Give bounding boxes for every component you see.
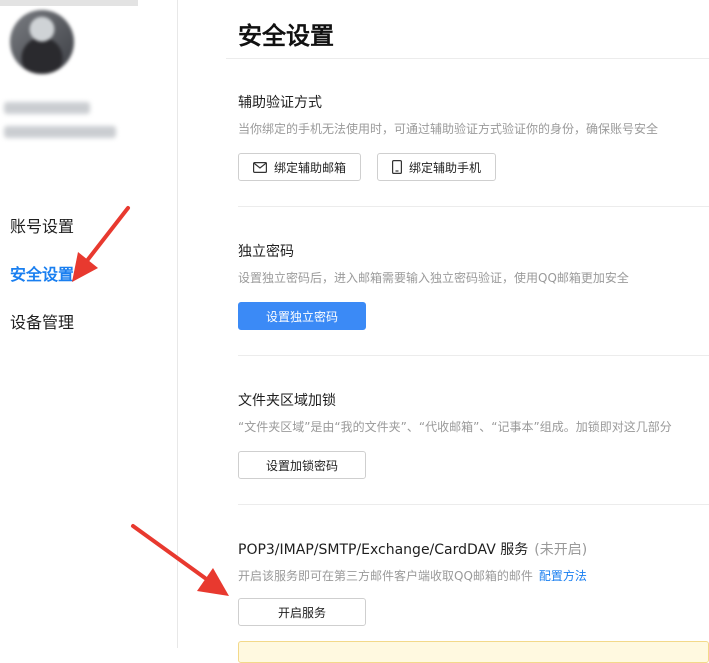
section-divider [238,355,709,356]
mail-icon [253,161,267,173]
set-lock-password-button[interactable]: 设置加锁密码 [238,451,366,479]
blurred-email [4,126,116,138]
bind-backup-phone-button[interactable]: 绑定辅助手机 [377,153,497,181]
section-description: 设置独立密码后，进入邮箱需要输入独立密码验证，使用QQ邮箱更加安全 [238,271,629,285]
section-auxiliary-verification: 辅助验证方式 当你绑定的手机无法使用时，可通过辅助验证方式验证你的身份，确保账号… [238,92,709,181]
bind-backup-email-button[interactable]: 绑定辅助邮箱 [238,153,362,181]
enable-service-button[interactable]: 开启服务 [238,598,366,626]
blurred-username [4,102,90,114]
service-status: (未开启) [534,542,588,558]
button-label: 绑定辅助手机 [409,160,482,175]
section-description: “文件夹区域”是由“我的文件夹”、“代收邮箱”、“记事本”组成。加锁即对这几部分 [238,420,672,434]
notice-banner [238,641,709,663]
red-arrow-annotation-icon [131,524,229,596]
section-description: 当你绑定的手机无法使用时，可通过辅助验证方式验证你的身份，确保账号安全 [238,122,659,136]
phone-icon [392,160,403,174]
red-arrow-annotation-icon [72,206,130,282]
section-independent-password: 独立密码 设置独立密码后，进入邮箱需要输入独立密码验证，使用QQ邮箱更加安全 设… [238,241,709,330]
section-divider [238,206,709,207]
section-description: 开启该服务即可在第三方邮件客户端收取QQ邮箱的邮件 [238,569,533,583]
section-title: POP3/IMAP/SMTP/Exchange/CardDAV 服务 [238,542,529,558]
blurred-strip [0,0,138,6]
configuration-method-link[interactable]: 配置方法 [539,569,587,583]
avatar[interactable] [10,10,74,74]
section-folder-lock: 文件夹区域加锁 “文件夹区域”是由“我的文件夹”、“代收邮箱”、“记事本”组成。… [238,390,709,479]
section-divider [238,504,709,505]
section-title: 文件夹区域加锁 [238,393,336,409]
section-title: 独立密码 [238,244,294,260]
section-title: 辅助验证方式 [238,95,322,111]
sidebar-item-device-management[interactable]: 设备管理 [10,309,74,333]
set-independent-password-button[interactable]: 设置独立密码 [238,302,366,330]
page-title: 安全设置 [238,22,334,50]
section-mail-protocol-service: POP3/IMAP/SMTP/Exchange/CardDAV 服务 (未开启) … [238,539,709,626]
title-divider [226,58,709,59]
button-label: 绑定辅助邮箱 [274,160,347,175]
